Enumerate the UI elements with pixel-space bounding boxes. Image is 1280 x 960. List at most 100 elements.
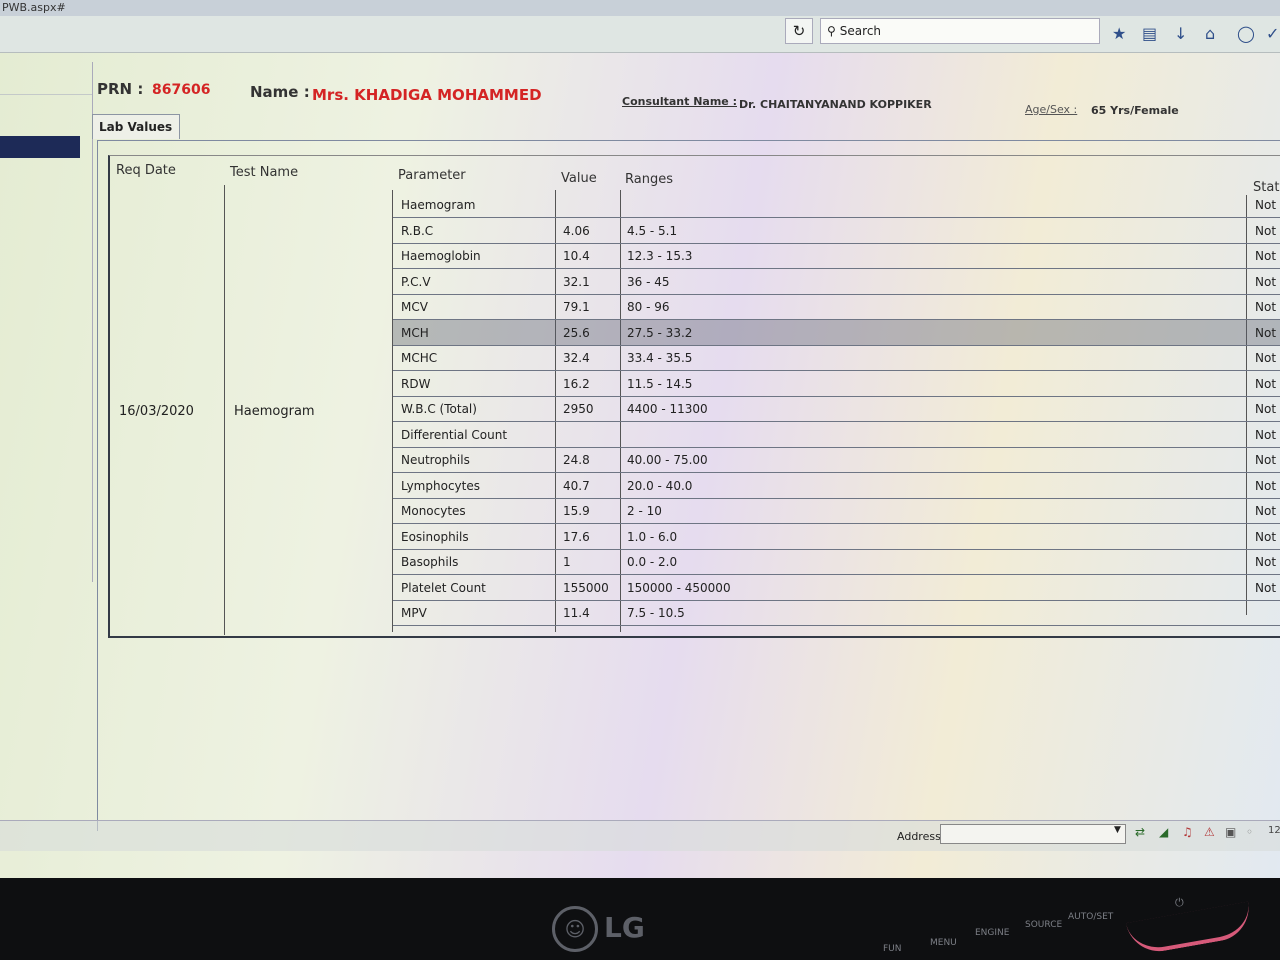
value-cell: 16.2 (563, 376, 590, 391)
parameter-cell: Lymphocytes (401, 478, 480, 493)
table-row[interactable]: Monocytes 15.9 2 - 10 Not (393, 498, 1280, 524)
browser-toolbar: ↻ ⚲ Search ★ ▤ ↓ ⌂ ◯ ✓ (0, 16, 1280, 53)
search-input[interactable]: ⚲ Search (820, 18, 1100, 44)
table-row[interactable]: Platelet Count 155000 150000 - 450000 Not (393, 575, 1280, 601)
status-cell: Not (1255, 504, 1277, 518)
monitor-button-menu[interactable]: MENU (930, 938, 957, 948)
window-title: PWB.aspx# (0, 0, 1280, 16)
table-row[interactable]: Haemoglobin 10.4 12.3 - 15.3 Not (393, 243, 1280, 269)
parameter-cell: RDW (401, 376, 431, 391)
value-cell: 32.4 (563, 351, 590, 365)
chat-icon[interactable]: ◯ (1237, 24, 1255, 43)
col-header-value[interactable]: Value (561, 171, 597, 186)
col-header-parameter[interactable]: Parameter (398, 168, 466, 183)
tray-clock: 12 (1268, 825, 1280, 836)
col-header-test-name[interactable]: Test Name (230, 165, 298, 180)
range-cell: 7.5 - 10.5 (627, 606, 685, 620)
left-panel (0, 62, 93, 582)
wifi-icon[interactable]: ◢ (1159, 825, 1168, 839)
lg-logo-icon: ☺ (552, 906, 598, 952)
col-header-req-date[interactable]: Req Date (116, 163, 176, 178)
table-row[interactable]: Eosinophils 17.6 1.0 - 6.0 Not (393, 524, 1280, 550)
table-row[interactable]: W.B.C (Total) 2950 4400 - 11300 Not (393, 396, 1280, 422)
parameter-cell: W.B.C (Total) (401, 402, 477, 416)
parameter-cell: Platelet Count (401, 580, 486, 595)
col-header-ranges[interactable]: Ranges (625, 172, 673, 187)
consultant-name: Dr. CHAITANYANAND KOPPIKER (739, 98, 932, 111)
parameter-cell: MPV (401, 606, 427, 620)
pocket-icon[interactable]: ✓ (1266, 24, 1279, 43)
value-cell: 11.4 (563, 606, 590, 620)
download-icon[interactable]: ↓ (1174, 24, 1187, 43)
value-cell: 15.9 (563, 504, 590, 518)
table-row[interactable]: MCHC 32.4 33.4 - 35.5 Not (393, 345, 1280, 371)
monitor-button-fun[interactable]: FUN (883, 944, 902, 954)
monitor-button-autoset[interactable]: AUTO/SET (1068, 912, 1113, 922)
table-row[interactable]: RDW 16.2 11.5 - 14.5 Not (393, 371, 1280, 397)
value-cell: 79.1 (563, 300, 590, 314)
table-row[interactable]: MPV 11.4 7.5 - 10.5 (393, 600, 1280, 626)
range-cell: 33.4 - 35.5 (627, 351, 693, 365)
tab-lab-values[interactable]: Lab Values (92, 114, 180, 139)
status-cell: Not (1255, 274, 1277, 289)
status-cell: Not (1255, 300, 1277, 314)
status-cell: Not (1255, 325, 1277, 340)
monitor-button-source[interactable]: SOURCE (1025, 920, 1062, 930)
age-sex-value: 65 Yrs/Female (1091, 104, 1179, 117)
search-placeholder: Search (839, 24, 882, 38)
range-cell: 11.5 - 14.5 (627, 376, 693, 391)
search-icon: ⚲ (827, 24, 836, 38)
address-label: Address (897, 830, 941, 843)
status-cell: Not (1255, 453, 1277, 467)
table-row[interactable]: Lymphocytes 40.7 20.0 - 40.0 Not (393, 473, 1280, 499)
patient-name: Mrs. KHADIGA MOHAMMED (312, 86, 542, 104)
reading-list-icon[interactable]: ▤ (1142, 24, 1157, 43)
monitor-icon[interactable]: ▣ (1225, 825, 1236, 839)
value-cell: 10.4 (563, 249, 590, 263)
parameter-cell: Monocytes (401, 504, 466, 518)
screen: PWB.aspx# ↻ ⚲ Search ★ ▤ ↓ ⌂ ◯ ✓ PRN : 86… (0, 0, 1280, 878)
status-cell: Not (1255, 223, 1277, 238)
range-cell: 150000 - 450000 (627, 580, 731, 595)
monitor-button-engine[interactable]: ENGINE (975, 928, 1009, 938)
address-input[interactable] (940, 824, 1126, 844)
network-icon[interactable]: ⇄ (1135, 825, 1145, 839)
parameter-cell: P.C.V (401, 274, 431, 289)
alert-icon[interactable]: ⚠ (1204, 825, 1215, 839)
table-row[interactable]: Neutrophils 24.8 40.00 - 75.00 Not (393, 447, 1280, 473)
power-icon[interactable]: ⏻ (1175, 896, 1184, 910)
status-cell: Not (1255, 376, 1277, 391)
bookmark-star-icon[interactable]: ★ (1112, 24, 1126, 43)
table-row[interactable]: R.B.C 4.06 4.5 - 5.1 Not (393, 218, 1280, 244)
left-panel-selected-item[interactable] (0, 136, 80, 158)
table-row[interactable]: MCV 79.1 80 - 96 Not (393, 294, 1280, 320)
status-cell: Not (1255, 249, 1277, 263)
table-row[interactable]: P.C.V 32.1 36 - 45 Not (393, 269, 1280, 295)
table-row[interactable]: Haemogram Not (393, 192, 1280, 218)
brand-label: LG (604, 911, 645, 944)
table-row[interactable]: MCH 25.6 27.5 - 33.2 Not (393, 319, 1280, 346)
name-label: Name : (250, 83, 310, 101)
range-cell: 80 - 96 (627, 300, 670, 314)
status-cell: Not (1255, 580, 1277, 595)
value-cell: 1 (563, 555, 571, 569)
status-cell: Not (1255, 198, 1277, 212)
volume-icon[interactable]: ◦ (1246, 825, 1253, 839)
refresh-icon[interactable]: ↻ (785, 18, 813, 44)
prn-label: PRN : (97, 80, 144, 98)
status-cell: Not (1255, 529, 1277, 544)
home-icon[interactable]: ⌂ (1205, 24, 1215, 43)
speaker-icon[interactable]: ♫ (1182, 825, 1193, 839)
consultant-label: Consultant Name : (622, 95, 737, 108)
left-panel-row[interactable] (0, 62, 92, 95)
parameter-cell: Eosinophils (401, 529, 469, 544)
table-row[interactable]: Basophils 1 0.0 - 2.0 Not (393, 549, 1280, 575)
parameter-cell: MCV (401, 300, 428, 314)
chevron-down-icon[interactable]: ▼ (1114, 825, 1121, 835)
patient-header: PRN : 867606 Name : Mrs. KHADIGA MOHAMME… (97, 76, 1280, 117)
table-row[interactable]: Differential Count Not (393, 422, 1280, 448)
req-date-cell: 16/03/2020 (119, 404, 194, 419)
status-cell: Not (1255, 555, 1277, 569)
range-cell: 0.0 - 2.0 (627, 555, 678, 569)
range-cell: 27.5 - 33.2 (627, 325, 693, 340)
